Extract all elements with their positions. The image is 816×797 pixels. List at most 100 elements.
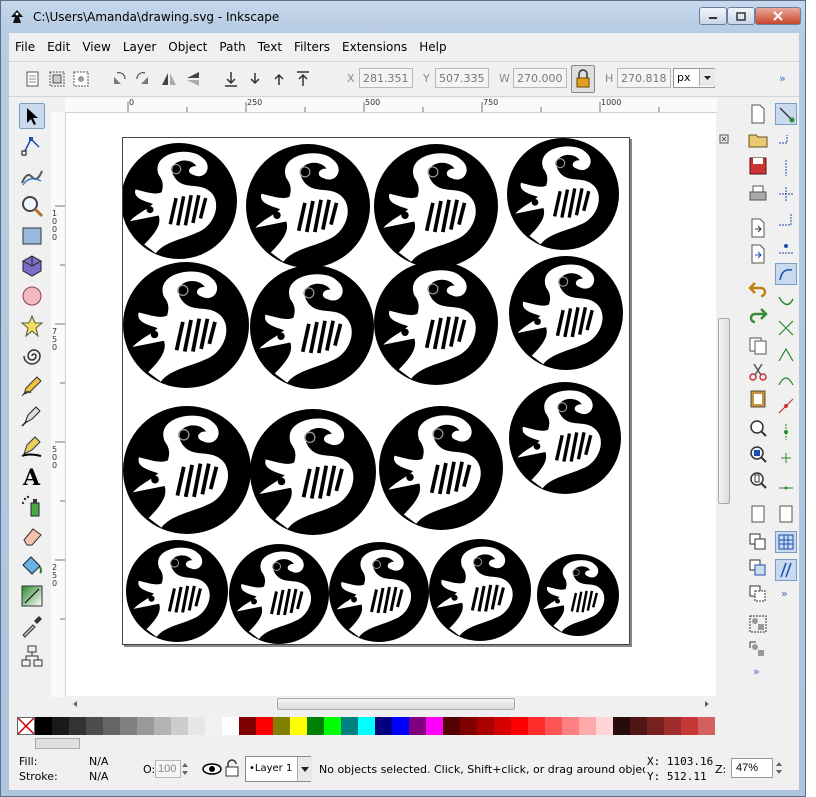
rotate-ccw-icon[interactable] — [109, 69, 129, 89]
palette-scroll-thumb[interactable] — [35, 738, 80, 749]
color-swatch[interactable] — [358, 717, 375, 735]
drawing-canvas[interactable] — [66, 113, 716, 696]
snap-bbox-edge-icon[interactable] — [775, 157, 797, 179]
snap-intersections-icon[interactable] — [775, 317, 797, 339]
color-swatch[interactable] — [477, 717, 494, 735]
snap-nodes-button[interactable] — [775, 263, 797, 285]
raise-to-top-icon[interactable] — [293, 69, 313, 89]
dragon-emblem[interactable] — [229, 544, 329, 644]
width-field[interactable] — [513, 68, 567, 88]
vertical-scroll-thumb[interactable] — [718, 318, 730, 504]
color-swatch[interactable] — [188, 717, 205, 735]
title-bar[interactable]: C:\Users\Amanda\drawing.svg - Inkscape — [1, 1, 807, 33]
color-swatch[interactable] — [239, 717, 256, 735]
fill-value[interactable]: N/A — [89, 755, 108, 768]
scroll-right-icon[interactable] — [703, 700, 711, 708]
color-swatch[interactable] — [324, 717, 341, 735]
color-swatch[interactable] — [290, 717, 307, 735]
copy-icon[interactable] — [747, 335, 769, 357]
dragon-emblem[interactable] — [126, 540, 228, 642]
commands-overflow-button[interactable]: » — [753, 665, 760, 678]
menu-view[interactable]: View — [76, 36, 116, 58]
menu-layer[interactable]: Layer — [117, 36, 162, 58]
color-swatch[interactable] — [528, 717, 545, 735]
calligraphy-tool-icon[interactable] — [19, 433, 45, 459]
pencil-tool-icon[interactable] — [19, 373, 45, 399]
snap-object-centers-icon[interactable] — [775, 421, 797, 443]
color-swatch[interactable] — [205, 717, 222, 735]
text-tool-icon[interactable]: A — [19, 463, 45, 489]
color-swatch[interactable] — [664, 717, 681, 735]
dragon-emblem[interactable] — [379, 406, 503, 530]
scroll-left-icon[interactable] — [71, 700, 79, 708]
rectangle-tool-icon[interactable] — [19, 223, 45, 249]
color-swatch[interactable] — [596, 717, 613, 735]
palette-scrollbar[interactable] — [35, 737, 785, 751]
color-swatch[interactable] — [409, 717, 426, 735]
color-swatch[interactable] — [120, 717, 137, 735]
dragon-emblem[interactable] — [246, 144, 370, 268]
menu-path[interactable]: Path — [213, 36, 251, 58]
horizontal-scrollbar[interactable] — [65, 697, 717, 711]
menu-file[interactable]: File — [9, 36, 41, 58]
menu-text[interactable]: Text — [252, 36, 288, 58]
color-swatch[interactable] — [426, 717, 443, 735]
snap-grid-button[interactable] — [775, 531, 797, 553]
dragon-emblem[interactable] — [429, 539, 531, 641]
dragon-emblem[interactable] — [537, 554, 619, 636]
minimize-button[interactable] — [699, 7, 727, 25]
lower-to-bottom-icon[interactable] — [221, 69, 241, 89]
color-swatch[interactable] — [103, 717, 120, 735]
zoom-spinner-icon[interactable] — [775, 759, 783, 777]
star-tool-icon[interactable] — [19, 313, 45, 339]
duplicate-icon[interactable] — [747, 531, 769, 553]
snap-guides-button[interactable] — [775, 559, 797, 581]
opacity-field[interactable] — [155, 760, 181, 778]
menu-edit[interactable]: Edit — [41, 36, 76, 58]
deselect-icon[interactable] — [71, 69, 91, 89]
color-swatch[interactable] — [647, 717, 664, 735]
ellipse-tool-icon[interactable] — [19, 283, 45, 309]
menu-object[interactable]: Object — [162, 36, 213, 58]
menu-extensions[interactable]: Extensions — [336, 36, 413, 58]
color-swatch[interactable] — [443, 717, 460, 735]
color-swatch[interactable] — [273, 717, 290, 735]
flip-horizontal-icon[interactable] — [159, 69, 179, 89]
color-swatch[interactable] — [307, 717, 324, 735]
undo-icon[interactable] — [747, 277, 769, 299]
dragon-emblem[interactable] — [329, 542, 429, 642]
dragon-emblem[interactable] — [509, 256, 623, 370]
toolbar-overflow-button[interactable]: » — [779, 72, 786, 85]
horizontal-scroll-thumb[interactable] — [277, 698, 515, 710]
select-all-layers-icon[interactable] — [47, 69, 67, 89]
color-swatch[interactable] — [613, 717, 630, 735]
ungroup-icon[interactable] — [747, 639, 769, 661]
save-icon[interactable] — [747, 155, 769, 177]
zoom-drawing-icon[interactable] — [747, 443, 769, 465]
import-icon[interactable] — [747, 217, 769, 239]
print-icon[interactable] — [747, 183, 769, 205]
pen-tool-icon[interactable] — [19, 403, 45, 429]
flip-vertical-icon[interactable] — [183, 69, 203, 89]
dragon-emblem[interactable] — [250, 265, 374, 389]
color-swatch[interactable] — [154, 717, 171, 735]
color-swatch[interactable] — [681, 717, 698, 735]
selector-tool[interactable] — [19, 103, 45, 129]
snap-bbox-midpoint-icon[interactable] — [775, 209, 797, 231]
x-field[interactable] — [359, 68, 413, 88]
snap-text-baseline-icon[interactable] — [775, 473, 797, 495]
snap-cusp-nodes-icon[interactable] — [775, 343, 797, 365]
zoom-tool-icon[interactable] — [19, 193, 45, 219]
color-swatch[interactable] — [562, 717, 579, 735]
dragon-emblem[interactable] — [374, 261, 498, 385]
document-properties-icon[interactable] — [747, 503, 769, 525]
layer-dropdown-button[interactable] — [297, 757, 312, 781]
snap-page-border-icon[interactable] — [775, 503, 797, 525]
zoom-selection-icon[interactable] — [747, 417, 769, 439]
dragon-emblem[interactable] — [507, 138, 619, 250]
color-swatch[interactable] — [137, 717, 154, 735]
snap-bbox-corner-icon[interactable] — [775, 183, 797, 205]
gradient-tool-icon[interactable] — [19, 583, 45, 609]
close-button[interactable] — [755, 7, 801, 25]
snap-bbox-icon[interactable] — [775, 131, 797, 153]
